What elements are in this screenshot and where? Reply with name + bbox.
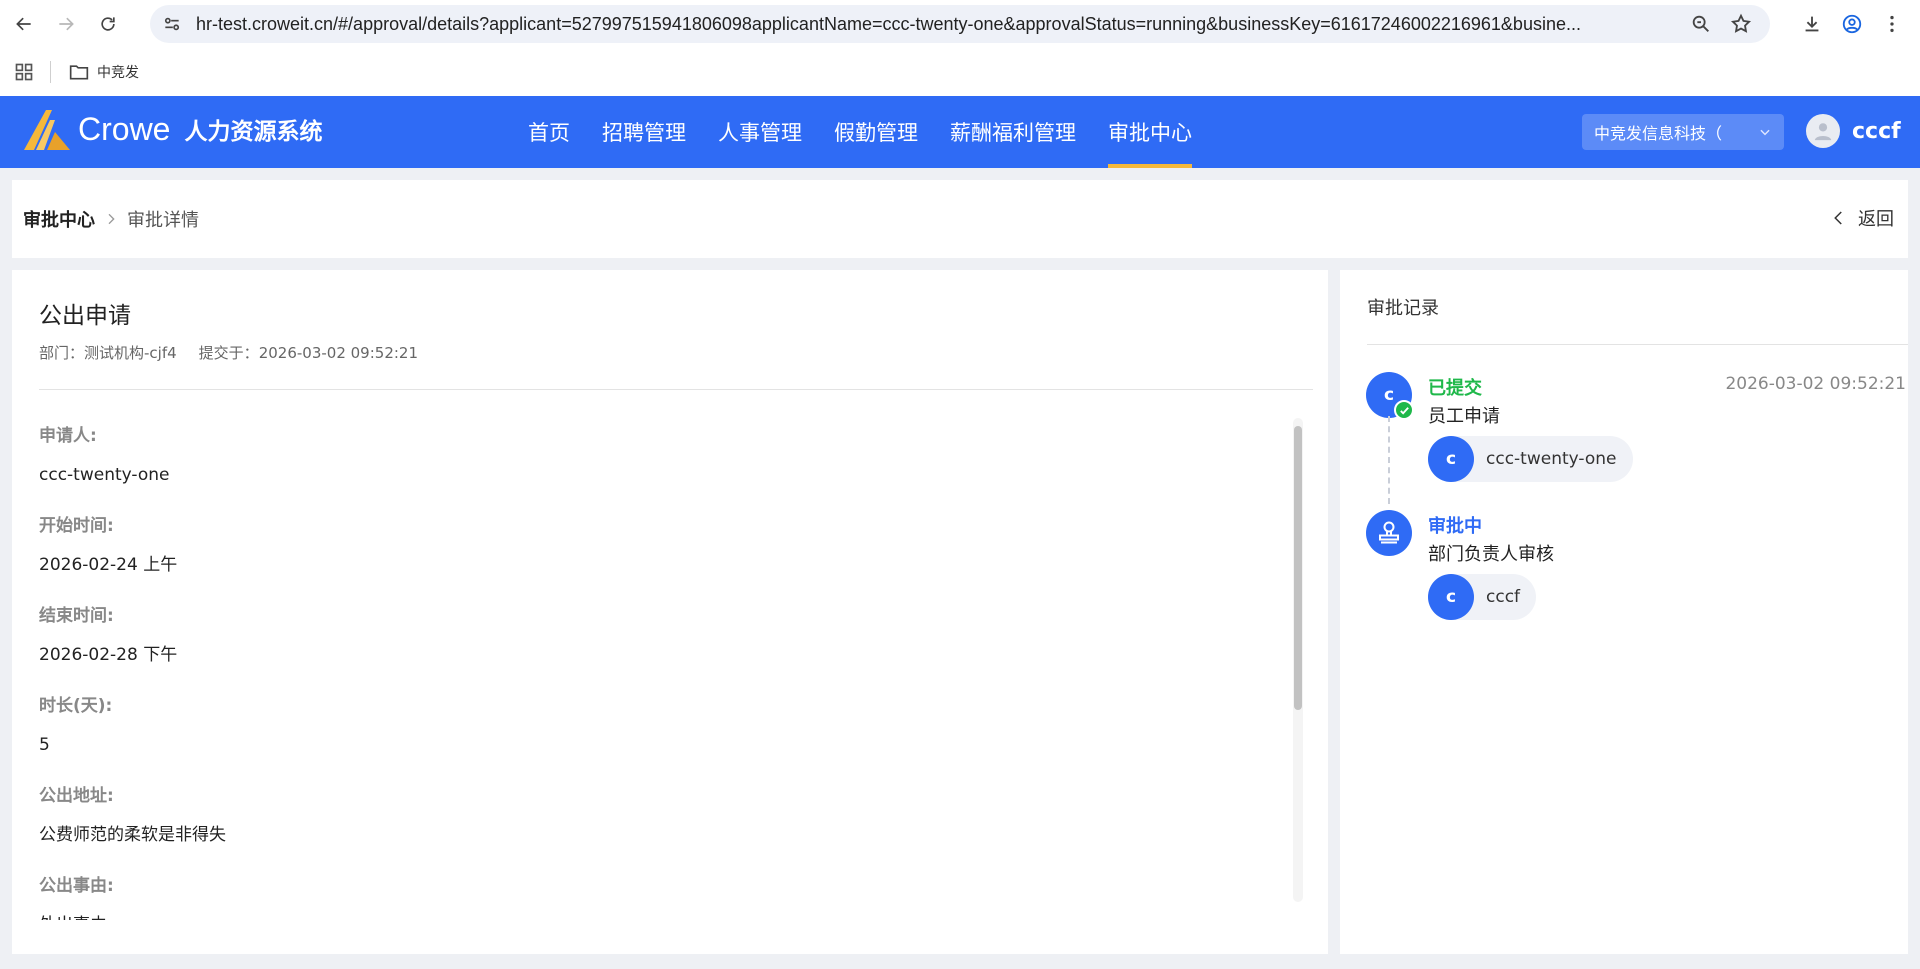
approval-record-title: 审批记录: [1367, 298, 1439, 319]
approver-avatar: c: [1428, 574, 1474, 620]
field-reason: 公出事由: 外出事由: [39, 872, 1293, 920]
field-label: 公出事由:: [39, 876, 114, 896]
bookmarks-bar: 中竞发: [0, 48, 1920, 96]
breadcrumb-approval-center[interactable]: 审批中心: [23, 206, 95, 232]
step-status: 审批中: [1428, 516, 1482, 537]
approver-chip: c ccc-twenty-one: [1428, 436, 1633, 482]
user-avatar[interactable]: [1806, 114, 1840, 148]
crowe-logo-icon: [24, 110, 70, 150]
divider: [39, 389, 1313, 390]
bookmark-folder-label: 中竞发: [97, 65, 139, 81]
breadcrumb-approval-details: 审批详情: [127, 210, 199, 231]
chevron-left-icon: [1834, 211, 1842, 225]
user-icon: [1814, 123, 1832, 141]
approver-name: cccf: [1486, 587, 1521, 607]
field-address: 公出地址: 公费师范的柔软是非得失: [39, 782, 1293, 870]
apps-grid-icon[interactable]: [14, 62, 34, 82]
divider: [1367, 344, 1908, 345]
user-menu[interactable]: cccf: [1806, 114, 1901, 148]
field-label: 申请人:: [39, 426, 97, 446]
breadcrumb: 审批中心 审批详情 返回: [12, 180, 1908, 258]
field-value: 外出事由: [39, 910, 1293, 920]
field-end-time: 结束时间: 2026-02-28 下午: [39, 602, 1293, 690]
browser-toolbar: hr-test.croweit.cn/#/approval/details?ap…: [0, 0, 1920, 48]
bookmark-folder[interactable]: 中竞发: [69, 62, 139, 82]
nav-home[interactable]: 首页: [512, 96, 586, 168]
field-value: ccc-twenty-one: [39, 465, 170, 485]
star-icon[interactable]: [1730, 13, 1752, 35]
field-value: 2026-02-24 上午: [39, 555, 178, 575]
department-value: 测试机构-cjf4: [84, 344, 177, 362]
stamp-icon: [1366, 510, 1412, 556]
chevron-down-icon: [1760, 129, 1770, 136]
user-name[interactable]: cccf: [1852, 119, 1901, 144]
approver-avatar: c: [1428, 436, 1474, 482]
check-icon: [1394, 400, 1414, 420]
nav-attendance[interactable]: 假勤管理: [818, 96, 934, 168]
reload-icon[interactable]: [90, 6, 126, 42]
submitted-label: 提交于：: [198, 344, 259, 362]
application-detail-panel: 公出申请 部门：测试机构-cjf4 提交于：2026-03-02 09:52:21…: [12, 270, 1328, 954]
field-duration: 时长(天): 5: [39, 692, 1293, 780]
brand-name: Crowe: [78, 110, 171, 147]
zoom-icon[interactable]: [1690, 13, 1712, 35]
step-description: 员工申请: [1428, 406, 1500, 427]
site-settings-icon[interactable]: [162, 14, 182, 34]
field-value: 2026-02-28 下午: [39, 645, 178, 665]
app-header: Crowe 人力资源系统 首页 招聘管理 人事管理 假勤管理 薪酬福利管理 审批…: [0, 96, 1920, 168]
system-name: 人力资源系统: [184, 119, 323, 145]
field-label: 结束时间:: [39, 606, 114, 626]
url-text[interactable]: hr-test.croweit.cn/#/approval/details?ap…: [196, 14, 1690, 35]
main-nav: 首页 招聘管理 人事管理 假勤管理 薪酬福利管理 审批中心: [512, 96, 1208, 168]
field-label: 公出地址:: [39, 786, 114, 806]
step-time: 2026-03-02 09:52:21: [1725, 374, 1906, 394]
department-label: 部门：: [39, 344, 85, 362]
step-status: 已提交: [1428, 378, 1482, 399]
back-button[interactable]: 返回: [1830, 205, 1894, 231]
nav-personnel[interactable]: 人事管理: [702, 96, 818, 168]
field-applicant: 申请人: ccc-twenty-one: [39, 422, 1293, 510]
scrollbar-thumb[interactable]: [1294, 426, 1302, 710]
submitted-value: 2026-03-02 09:52:21: [258, 344, 418, 362]
approval-step-submitted: c 已提交 员工申请 2026-03-02 09:52:21 c ccc-twe…: [1366, 372, 1906, 492]
timeline-connector: [1388, 416, 1390, 504]
profile-icon[interactable]: [1832, 4, 1872, 44]
address-bar[interactable]: hr-test.croweit.cn/#/approval/details?ap…: [150, 5, 1770, 43]
back-button-label: 返回: [1858, 209, 1894, 230]
fields-scrollbar[interactable]: [1293, 418, 1303, 902]
approval-step-running: 审批中 部门负责人审核 c cccf: [1366, 510, 1906, 630]
organization-select-value: 中竞发信息科技（: [1594, 124, 1723, 143]
nav-approval-center[interactable]: 审批中心: [1092, 96, 1208, 168]
field-value: 5: [39, 735, 50, 755]
application-meta: 部门：测试机构-cjf4 提交于：2026-03-02 09:52:21: [39, 342, 418, 363]
field-label: 时长(天):: [39, 696, 113, 716]
approval-record-panel: 审批记录 c 已提交 员工申请 2026-03-02 09:52:21 c cc…: [1340, 270, 1908, 954]
forward-icon[interactable]: [48, 6, 84, 42]
bookmarks-separator: [50, 61, 51, 83]
menu-dots-icon[interactable]: [1872, 4, 1912, 44]
back-icon[interactable]: [6, 6, 42, 42]
nav-recruitment[interactable]: 招聘管理: [586, 96, 702, 168]
organization-select[interactable]: 中竞发信息科技（: [1582, 114, 1784, 150]
step-description: 部门负责人审核: [1428, 544, 1554, 565]
application-fields[interactable]: 申请人: ccc-twenty-one 开始时间: 2026-02-24 上午 …: [39, 420, 1293, 920]
download-icon[interactable]: [1792, 4, 1832, 44]
field-start-time: 开始时间: 2026-02-24 上午: [39, 512, 1293, 600]
field-label: 开始时间:: [39, 516, 114, 536]
chevron-right-icon: [108, 213, 115, 225]
folder-icon: [69, 65, 89, 80]
page-title: 公出申请: [39, 303, 131, 329]
logo[interactable]: Crowe 人力资源系统: [22, 106, 322, 152]
nav-compensation[interactable]: 薪酬福利管理: [934, 96, 1092, 168]
field-value: 公费师范的柔软是非得失: [39, 825, 226, 845]
approver-chip: c cccf: [1428, 574, 1537, 620]
approver-name: ccc-twenty-one: [1486, 449, 1617, 469]
